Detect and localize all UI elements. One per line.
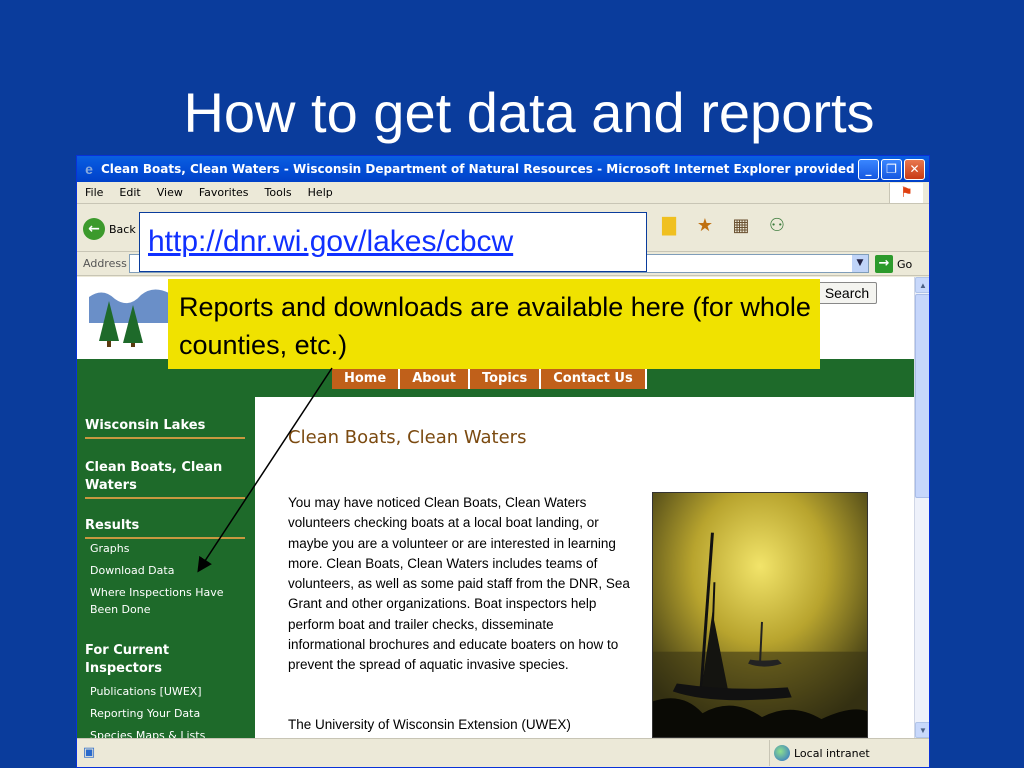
- menu-edit[interactable]: Edit: [111, 186, 148, 199]
- security-zone: Local intranet: [769, 740, 870, 766]
- tab-topics[interactable]: Topics: [470, 369, 542, 389]
- go-button[interactable]: → Go: [875, 255, 912, 273]
- sidebar-link-species-maps[interactable]: Species Maps & Lists: [90, 727, 250, 738]
- maximize-button[interactable]: ❐: [881, 158, 902, 180]
- uwex-paragraph: The University of Wisconsin Extension (U…: [288, 717, 571, 732]
- slide-title: How to get data and reports: [183, 81, 875, 144]
- status-bar: ▣ Local intranet: [77, 738, 929, 767]
- window-titlebar[interactable]: e Clean Boats, Clean Waters - Wisconsin …: [77, 156, 929, 182]
- menu-help[interactable]: Help: [300, 186, 341, 199]
- address-dropdown-icon[interactable]: ▼: [852, 255, 868, 272]
- sidebar-link-download-data[interactable]: Download Data: [90, 562, 250, 579]
- sidebar-link-publications[interactable]: Publications [UWEX]: [90, 683, 250, 700]
- menu-tools[interactable]: Tools: [257, 186, 300, 199]
- page-icon: ▣: [82, 745, 96, 760]
- close-button[interactable]: ✕: [904, 158, 925, 180]
- favorites-icon[interactable]: ★: [693, 214, 717, 238]
- go-label: Go: [897, 257, 913, 271]
- back-label: Back: [109, 222, 136, 236]
- media-icon[interactable]: ▦: [729, 214, 753, 238]
- sidebar-heading-current-inspectors: For Current Inspectors: [85, 643, 170, 676]
- vertical-scrollbar[interactable]: ▲ ▼: [914, 277, 929, 738]
- scroll-down-icon[interactable]: ▼: [915, 722, 929, 738]
- windows-logo-icon: ⚑: [889, 183, 923, 203]
- note-callout: Reports and downloads are available here…: [168, 279, 820, 369]
- sidebar-link-inspections[interactable]: Where Inspections Have Been Done: [90, 584, 250, 618]
- sidebar-item-wisconsin-lakes[interactable]: Wisconsin Lakes: [85, 417, 245, 439]
- go-arrow-icon: →: [875, 255, 893, 273]
- globe-icon: [774, 745, 790, 761]
- sidebar-link-graphs[interactable]: Graphs: [90, 540, 250, 557]
- scroll-up-icon[interactable]: ▲: [915, 277, 929, 293]
- back-button[interactable]: ← Back: [83, 218, 136, 240]
- menu-file[interactable]: File: [77, 186, 111, 199]
- toolbar-icons: ▇ ★ ▦ ⚇: [651, 214, 795, 238]
- messenger-icon[interactable]: ⚇: [765, 214, 789, 238]
- address-label: Address: [83, 257, 127, 270]
- intro-paragraph: You may have noticed Clean Boats, Clean …: [288, 495, 630, 673]
- ie-logo-icon: e: [85, 161, 93, 177]
- page-heading: Clean Boats, Clean Waters: [288, 427, 527, 448]
- tab-home[interactable]: Home: [332, 369, 401, 389]
- nav-tabs: Home About Topics Contact Us: [332, 369, 647, 389]
- folder-icon[interactable]: ▇: [657, 214, 681, 238]
- menu-view[interactable]: View: [149, 186, 191, 199]
- minimize-button[interactable]: _: [858, 158, 879, 180]
- menu-favorites[interactable]: Favorites: [191, 186, 257, 199]
- left-sidebar: Wisconsin Lakes Clean Boats, Clean Water…: [77, 397, 255, 738]
- sidebar-heading-results: Results: [85, 517, 245, 539]
- sidebar-link-reporting[interactable]: Reporting Your Data: [90, 705, 250, 722]
- sailboat-photo: [652, 492, 868, 738]
- scroll-thumb[interactable]: [915, 294, 929, 498]
- back-arrow-icon: ←: [83, 218, 105, 240]
- main-content: Clean Boats, Clean Waters You may have n…: [255, 397, 914, 738]
- menu-bar: File Edit View Favorites Tools Help ⚑: [77, 182, 929, 204]
- url-callout: http://dnr.wi.gov/lakes/cbcw: [139, 212, 647, 272]
- window-title: Clean Boats, Clean Waters - Wisconsin De…: [101, 162, 856, 176]
- note-text: Reports and downloads are available here…: [179, 292, 811, 360]
- sidebar-item-clean-boats[interactable]: Clean Boats, Clean Waters: [85, 459, 245, 499]
- url-link[interactable]: http://dnr.wi.gov/lakes/cbcw: [148, 225, 513, 259]
- security-zone-label: Local intranet: [794, 746, 870, 760]
- dnr-logo[interactable]: [89, 283, 169, 347]
- search-button[interactable]: Search: [817, 282, 877, 304]
- tab-about[interactable]: About: [400, 369, 470, 389]
- tab-contact-us[interactable]: Contact Us: [541, 369, 647, 389]
